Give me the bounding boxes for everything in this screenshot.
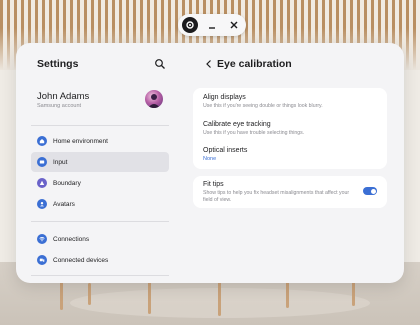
fit-tips-toggle[interactable] — [363, 187, 377, 195]
item-subtitle: Show tips to help you fix headset misali… — [203, 190, 350, 196]
item-title: Calibrate eye tracking — [203, 121, 271, 128]
sidebar-item-label: Avatars — [53, 200, 75, 208]
search-icon[interactable] — [154, 58, 166, 70]
sidebar-item-connections[interactable]: Connections — [31, 229, 169, 249]
sidebar-item-boundary[interactable]: Boundary — [31, 173, 169, 193]
calibration-card: Align displays Use this if you're seeing… — [193, 88, 387, 169]
divider — [31, 221, 169, 222]
home-icon — [37, 136, 47, 146]
divider — [31, 275, 169, 276]
sidebar-item-label: Boundary — [53, 179, 81, 187]
boundary-icon — [37, 178, 47, 188]
sidebar-item-connected-devices[interactable]: Connected devices — [31, 250, 169, 270]
settings-window: Settings John Adams Samsung account Home… — [16, 43, 404, 283]
item-subtitle: field of view. — [203, 196, 232, 203]
window-control-bar — [178, 14, 246, 36]
sidebar-item-label: Connections — [53, 235, 90, 243]
list-item-align-displays[interactable]: Align displays Use this if you're seeing… — [203, 94, 323, 110]
wifi-icon — [37, 234, 47, 244]
sidebar-item-avatars[interactable]: Avatars — [31, 194, 169, 214]
input-icon — [37, 157, 47, 167]
back-arrow-icon[interactable] — [204, 59, 214, 69]
list-item-fit-tips[interactable]: Fit tips Show tips to help you fix heads… — [203, 181, 349, 204]
sidebar-item-label: Home environment — [53, 137, 108, 145]
sidebar-item-label: Connected devices — [53, 256, 109, 264]
eye-calibration-panel: Eye calibration Align displays Use this … — [182, 43, 404, 283]
furniture-leg — [286, 280, 289, 308]
toggle-knob — [370, 188, 376, 194]
page-title: Eye calibration — [217, 58, 292, 70]
furniture-leg — [218, 280, 221, 316]
close-icon[interactable] — [226, 17, 242, 33]
furniture-leg — [352, 280, 355, 306]
avatar[interactable] — [145, 90, 163, 108]
page-title: Settings — [37, 58, 79, 70]
avatar-icon — [37, 199, 47, 209]
minimize-icon[interactable] — [204, 17, 220, 33]
devices-icon — [37, 255, 47, 265]
sidebar-item-label: Input — [53, 158, 68, 166]
settings-sidebar: Settings John Adams Samsung account Home… — [16, 43, 182, 283]
sidebar-item-home-environment[interactable]: Home environment — [31, 131, 169, 151]
profile-subtitle: Samsung account — [37, 103, 82, 109]
furniture-leg — [60, 280, 63, 310]
app-icon[interactable] — [182, 17, 198, 33]
item-value: None — [203, 156, 217, 162]
item-title: Align displays — [203, 94, 246, 101]
profile-name[interactable]: John Adams — [37, 91, 89, 102]
list-item-calibrate-eye-tracking[interactable]: Calibrate eye tracking Use this if you h… — [203, 121, 304, 137]
item-title: Fit tips — [203, 181, 224, 188]
item-title: Optical inserts — [203, 147, 248, 154]
furniture-leg — [88, 283, 91, 305]
item-subtitle: Use this if you're seeing double or thin… — [203, 103, 323, 109]
list-item-optical-inserts[interactable]: Optical inserts None — [203, 147, 247, 162]
furniture-leg — [148, 280, 151, 314]
divider — [31, 125, 169, 126]
sidebar-item-input[interactable]: Input — [31, 152, 169, 172]
item-subtitle: Use this if you have trouble selecting t… — [203, 130, 305, 136]
fit-tips-card: Fit tips Show tips to help you fix heads… — [193, 176, 387, 208]
